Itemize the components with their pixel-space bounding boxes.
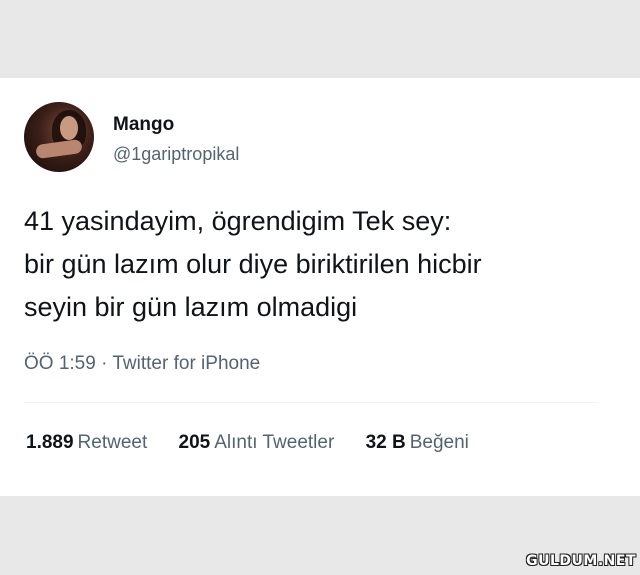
retweet-stat[interactable]: 1.889 Retweet — [26, 432, 147, 454]
retweet-count: 1.889 — [26, 432, 74, 453]
retweet-label: Retweet — [77, 432, 148, 453]
tweet-text-line: bir gün lazım olur diye biriktirilen hic… — [24, 249, 482, 279]
quote-tweet-count: 205 — [178, 432, 211, 453]
quote-tweet-label: Alıntı Tweetler — [214, 432, 335, 453]
tweet-text-line: seyin bir gün lazım olmadigi — [24, 292, 358, 322]
author-name[interactable]: Mango — [113, 114, 174, 136]
tweet-source[interactable]: Twitter for iPhone — [112, 353, 260, 374]
tweet-time[interactable]: ÖÖ 1:59 — [24, 353, 96, 374]
tweet-text: 41 yasindayim, ögrendigim Tek sey: bir g… — [24, 200, 624, 329]
watermark-logo: GULDUM.NET — [526, 553, 636, 569]
tweet-card: Mango @1gariptropikal 41 yasindayim, ögr… — [0, 78, 640, 496]
like-stat[interactable]: 32 B Beğeni — [366, 432, 469, 454]
avatar-face — [60, 116, 78, 140]
tweet-stats: 1.889 Retweet 205 Alıntı Tweetler 32 B Beğe… — [26, 432, 495, 454]
quote-tweet-stat[interactable]: 205 Alıntı Tweetler — [179, 432, 335, 454]
tweet-meta: ÖÖ 1:59 · Twitter for iPhone — [24, 353, 260, 375]
author-handle[interactable]: @1gariptropikal — [113, 144, 239, 165]
avatar[interactable] — [24, 102, 94, 172]
avatar-arm — [35, 138, 83, 160]
divider — [24, 402, 598, 403]
tweet-text-line: 41 yasindayim, ögrendigim Tek sey: — [24, 206, 452, 236]
like-label: Beğeni — [409, 432, 469, 453]
meta-separator: · — [101, 353, 108, 374]
like-count: 32 B — [365, 432, 406, 453]
